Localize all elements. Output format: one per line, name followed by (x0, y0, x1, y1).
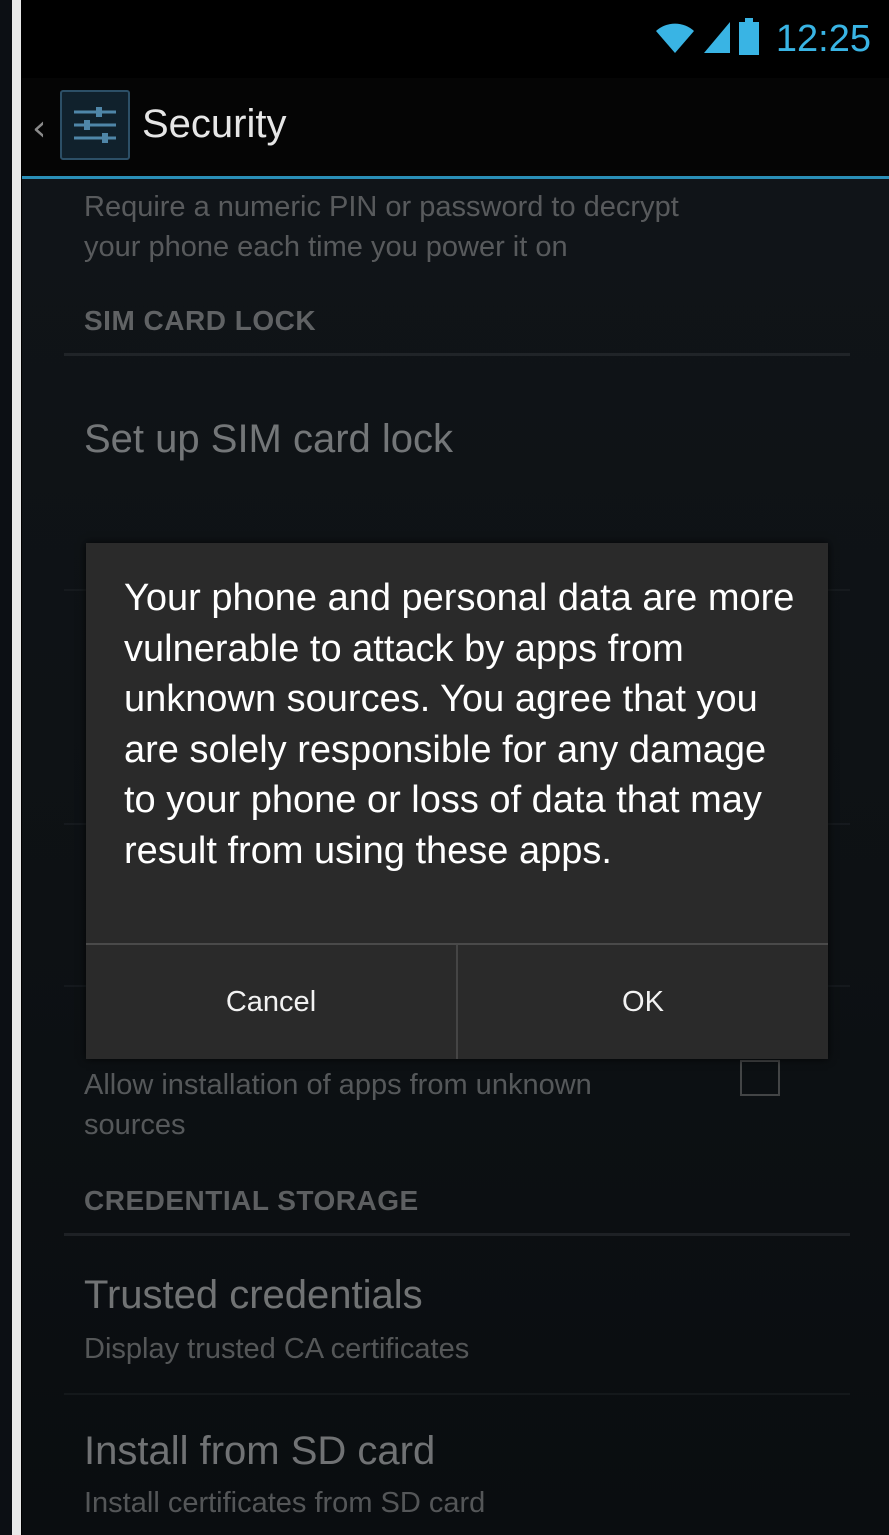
page-title: Security (142, 102, 287, 146)
trusted-credentials-summary: Display trusted CA certificates (84, 1333, 470, 1365)
left-edge-dark (0, 0, 12, 1535)
settings-sliders-icon[interactable] (60, 90, 130, 160)
status-time: 12:25 (775, 17, 871, 60)
chevron-left-icon[interactable]: ‹ (32, 108, 46, 149)
trusted-credentials-title[interactable]: Trusted credentials (84, 1273, 423, 1318)
screen: 12:25 ‹ Security Require a numeric PIN o… (22, 0, 889, 1535)
install-sd-summary: Install certificates from SD card (84, 1487, 486, 1519)
status-icons: 12:25 (654, 14, 871, 64)
unknown-sources-summary-line1: Allow installation of apps from unknown (84, 1069, 592, 1101)
ok-button[interactable]: OK (458, 945, 828, 1059)
device-frame: 12:25 ‹ Security Require a numeric PIN o… (0, 0, 889, 1535)
left-edge (0, 0, 22, 1535)
battery-icon (738, 18, 760, 60)
left-edge-bar (12, 0, 21, 1535)
section-header-credential: CREDENTIAL STORAGE (84, 1185, 419, 1216)
status-bar: 12:25 (22, 0, 889, 78)
cancel-button[interactable]: Cancel (86, 945, 456, 1059)
sim-lock-title[interactable]: Set up SIM card lock (84, 417, 453, 462)
section-divider (64, 353, 850, 356)
item-divider (64, 1393, 850, 1395)
dialog-buttons: Cancel OK (86, 945, 828, 1059)
unknown-sources-summary-line2: sources (84, 1109, 186, 1141)
section-header-sim: SIM CARD LOCK (84, 305, 317, 336)
signal-icon (702, 20, 732, 58)
encrypt-summary-line2: your phone each time you power it on (84, 231, 568, 263)
action-bar: ‹ Security (22, 78, 889, 178)
unknown-sources-checkbox[interactable] (740, 1060, 780, 1096)
install-sd-title[interactable]: Install from SD card (84, 1429, 435, 1474)
warning-dialog: Your phone and personal data are more vu… (86, 543, 828, 1059)
encrypt-summary-line1: Require a numeric PIN or password to dec… (84, 191, 679, 223)
wifi-icon (654, 20, 696, 58)
section-divider (64, 1233, 850, 1236)
dialog-message: Your phone and personal data are more vu… (124, 577, 795, 872)
